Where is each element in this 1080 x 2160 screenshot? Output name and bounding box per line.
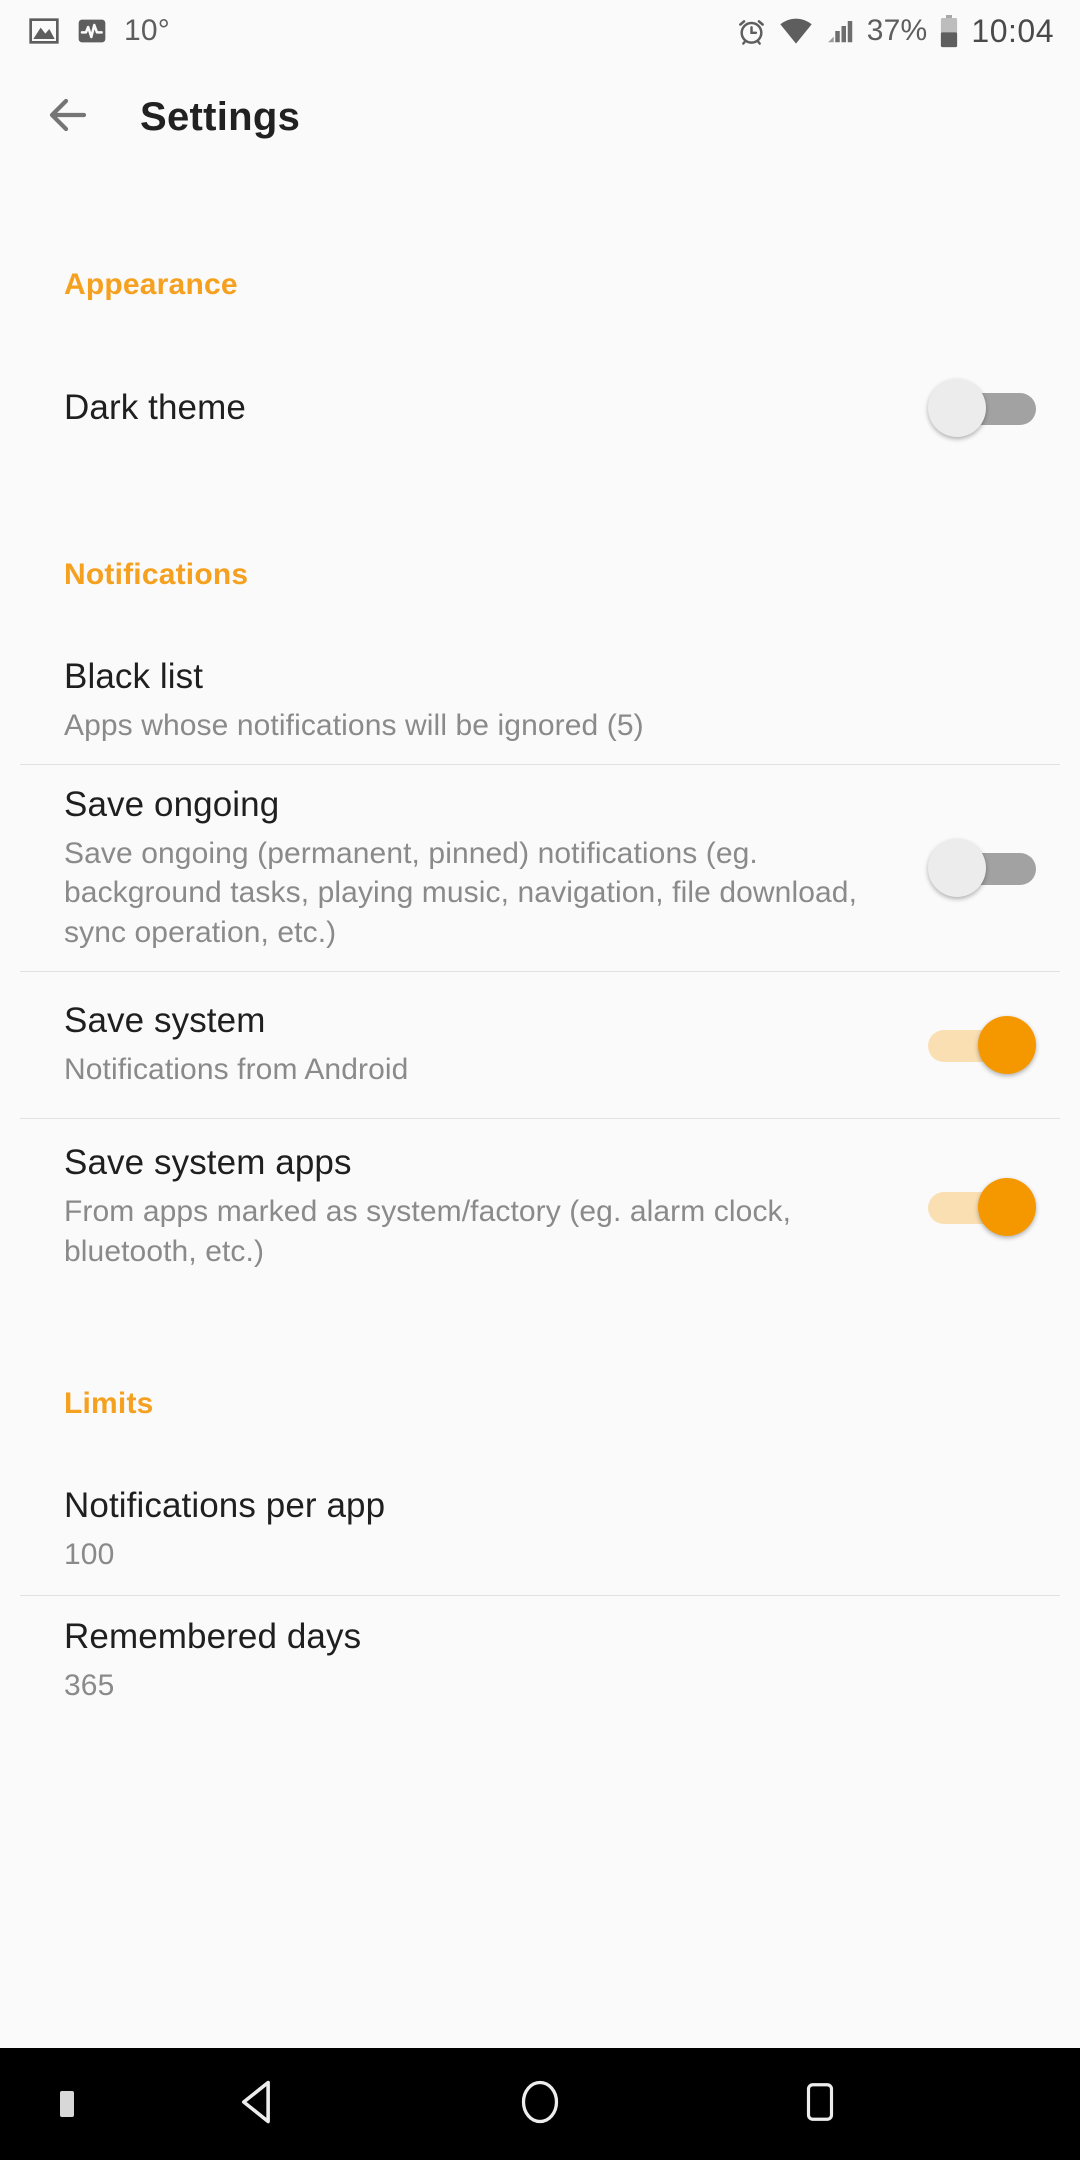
back-button[interactable] — [20, 69, 116, 165]
notifications-per-app-value: 100 — [64, 1538, 115, 1572]
page-title: Settings — [140, 94, 301, 139]
home-nav-button[interactable] — [400, 2048, 680, 2160]
save-ongoing-text: Save ongoing Save ongoing (permanent, pi… — [64, 784, 928, 953]
back-nav-button[interactable] — [120, 2048, 400, 2160]
circle-home-icon — [516, 2078, 564, 2131]
setting-row-black-list[interactable]: Black list Apps whose notifications will… — [0, 644, 1080, 764]
toggle-thumb — [978, 1178, 1036, 1236]
dark-theme-title: Dark theme — [64, 388, 246, 427]
save-ongoing-toggle[interactable] — [928, 839, 1036, 897]
save-ongoing-subtitle: Save ongoing (permanent, pinned) notific… — [64, 836, 858, 949]
save-ongoing-title: Save ongoing — [64, 784, 280, 824]
save-system-apps-text: Save system apps From apps marked as sys… — [64, 1142, 928, 1271]
battery-icon — [939, 14, 959, 48]
save-system-apps-toggle[interactable] — [928, 1178, 1036, 1236]
notifications-per-app-title: Notifications per app — [64, 1486, 386, 1526]
toggle-thumb — [978, 1016, 1036, 1074]
setting-row-save-system[interactable]: Save system Notifications from Android — [0, 972, 1080, 1118]
battery-percent-label: 37% — [866, 14, 928, 47]
arrow-left-icon — [44, 91, 92, 144]
status-bar: 10° 37% 10:04 — [0, 0, 1080, 62]
section-header-limits: Limits — [64, 1387, 154, 1420]
app-bar: Settings — [0, 62, 1080, 172]
alarm-icon — [736, 16, 767, 47]
image-icon — [28, 15, 60, 47]
save-system-toggle[interactable] — [928, 1016, 1036, 1074]
clock-label: 10:04 — [971, 12, 1054, 49]
toggle-thumb — [928, 839, 986, 897]
remembered-days-title: Remembered days — [64, 1617, 362, 1657]
dark-theme-text: Dark theme — [64, 387, 928, 429]
section-header-notifications: Notifications — [64, 558, 249, 591]
remembered-days-value: 365 — [64, 1669, 115, 1703]
recents-nav-button[interactable] — [680, 2048, 960, 2160]
setting-row-save-ongoing[interactable]: Save ongoing Save ongoing (permanent, pi… — [0, 765, 1080, 971]
signal-icon — [825, 16, 855, 46]
nav-indicator-dot — [60, 2091, 74, 2117]
settings-list[interactable]: Appearance Dark theme Notifications Blac… — [0, 172, 1080, 2048]
black-list-subtitle: Apps whose notifications will be ignored… — [64, 709, 644, 743]
triangle-back-icon — [234, 2076, 286, 2133]
section-header-appearance: Appearance — [64, 268, 238, 301]
setting-row-save-system-apps[interactable]: Save system apps From apps marked as sys… — [0, 1119, 1080, 1295]
remembered-days-text: Remembered days 365 — [64, 1616, 1036, 1706]
status-bar-left: 10° — [0, 14, 170, 48]
square-recents-icon — [797, 2079, 843, 2130]
setting-row-notifications-per-app[interactable]: Notifications per app 100 — [0, 1465, 1080, 1595]
save-system-subtitle: Notifications from Android — [64, 1053, 409, 1087]
notifications-per-app-text: Notifications per app 100 — [64, 1485, 1036, 1575]
black-list-title: Black list — [64, 657, 204, 697]
dark-theme-toggle[interactable] — [928, 379, 1036, 437]
black-list-text: Black list Apps whose notifications will… — [64, 656, 1036, 746]
status-bar-right: 37% 10:04 — [736, 13, 1080, 50]
save-system-apps-subtitle: From apps marked as system/factory (eg. … — [64, 1195, 792, 1268]
setting-row-remembered-days[interactable]: Remembered days 365 — [0, 1596, 1080, 1726]
navigation-bar — [0, 2048, 1080, 2160]
wifi-icon — [779, 17, 813, 45]
pulse-icon — [76, 15, 108, 47]
save-system-title: Save system — [64, 1001, 266, 1041]
save-system-text: Save system Notifications from Android — [64, 1000, 928, 1090]
toggle-thumb — [928, 379, 986, 437]
save-system-apps-title: Save system apps — [64, 1143, 352, 1183]
setting-row-dark-theme[interactable]: Dark theme — [0, 354, 1080, 462]
temperature-label: 10° — [124, 14, 170, 47]
